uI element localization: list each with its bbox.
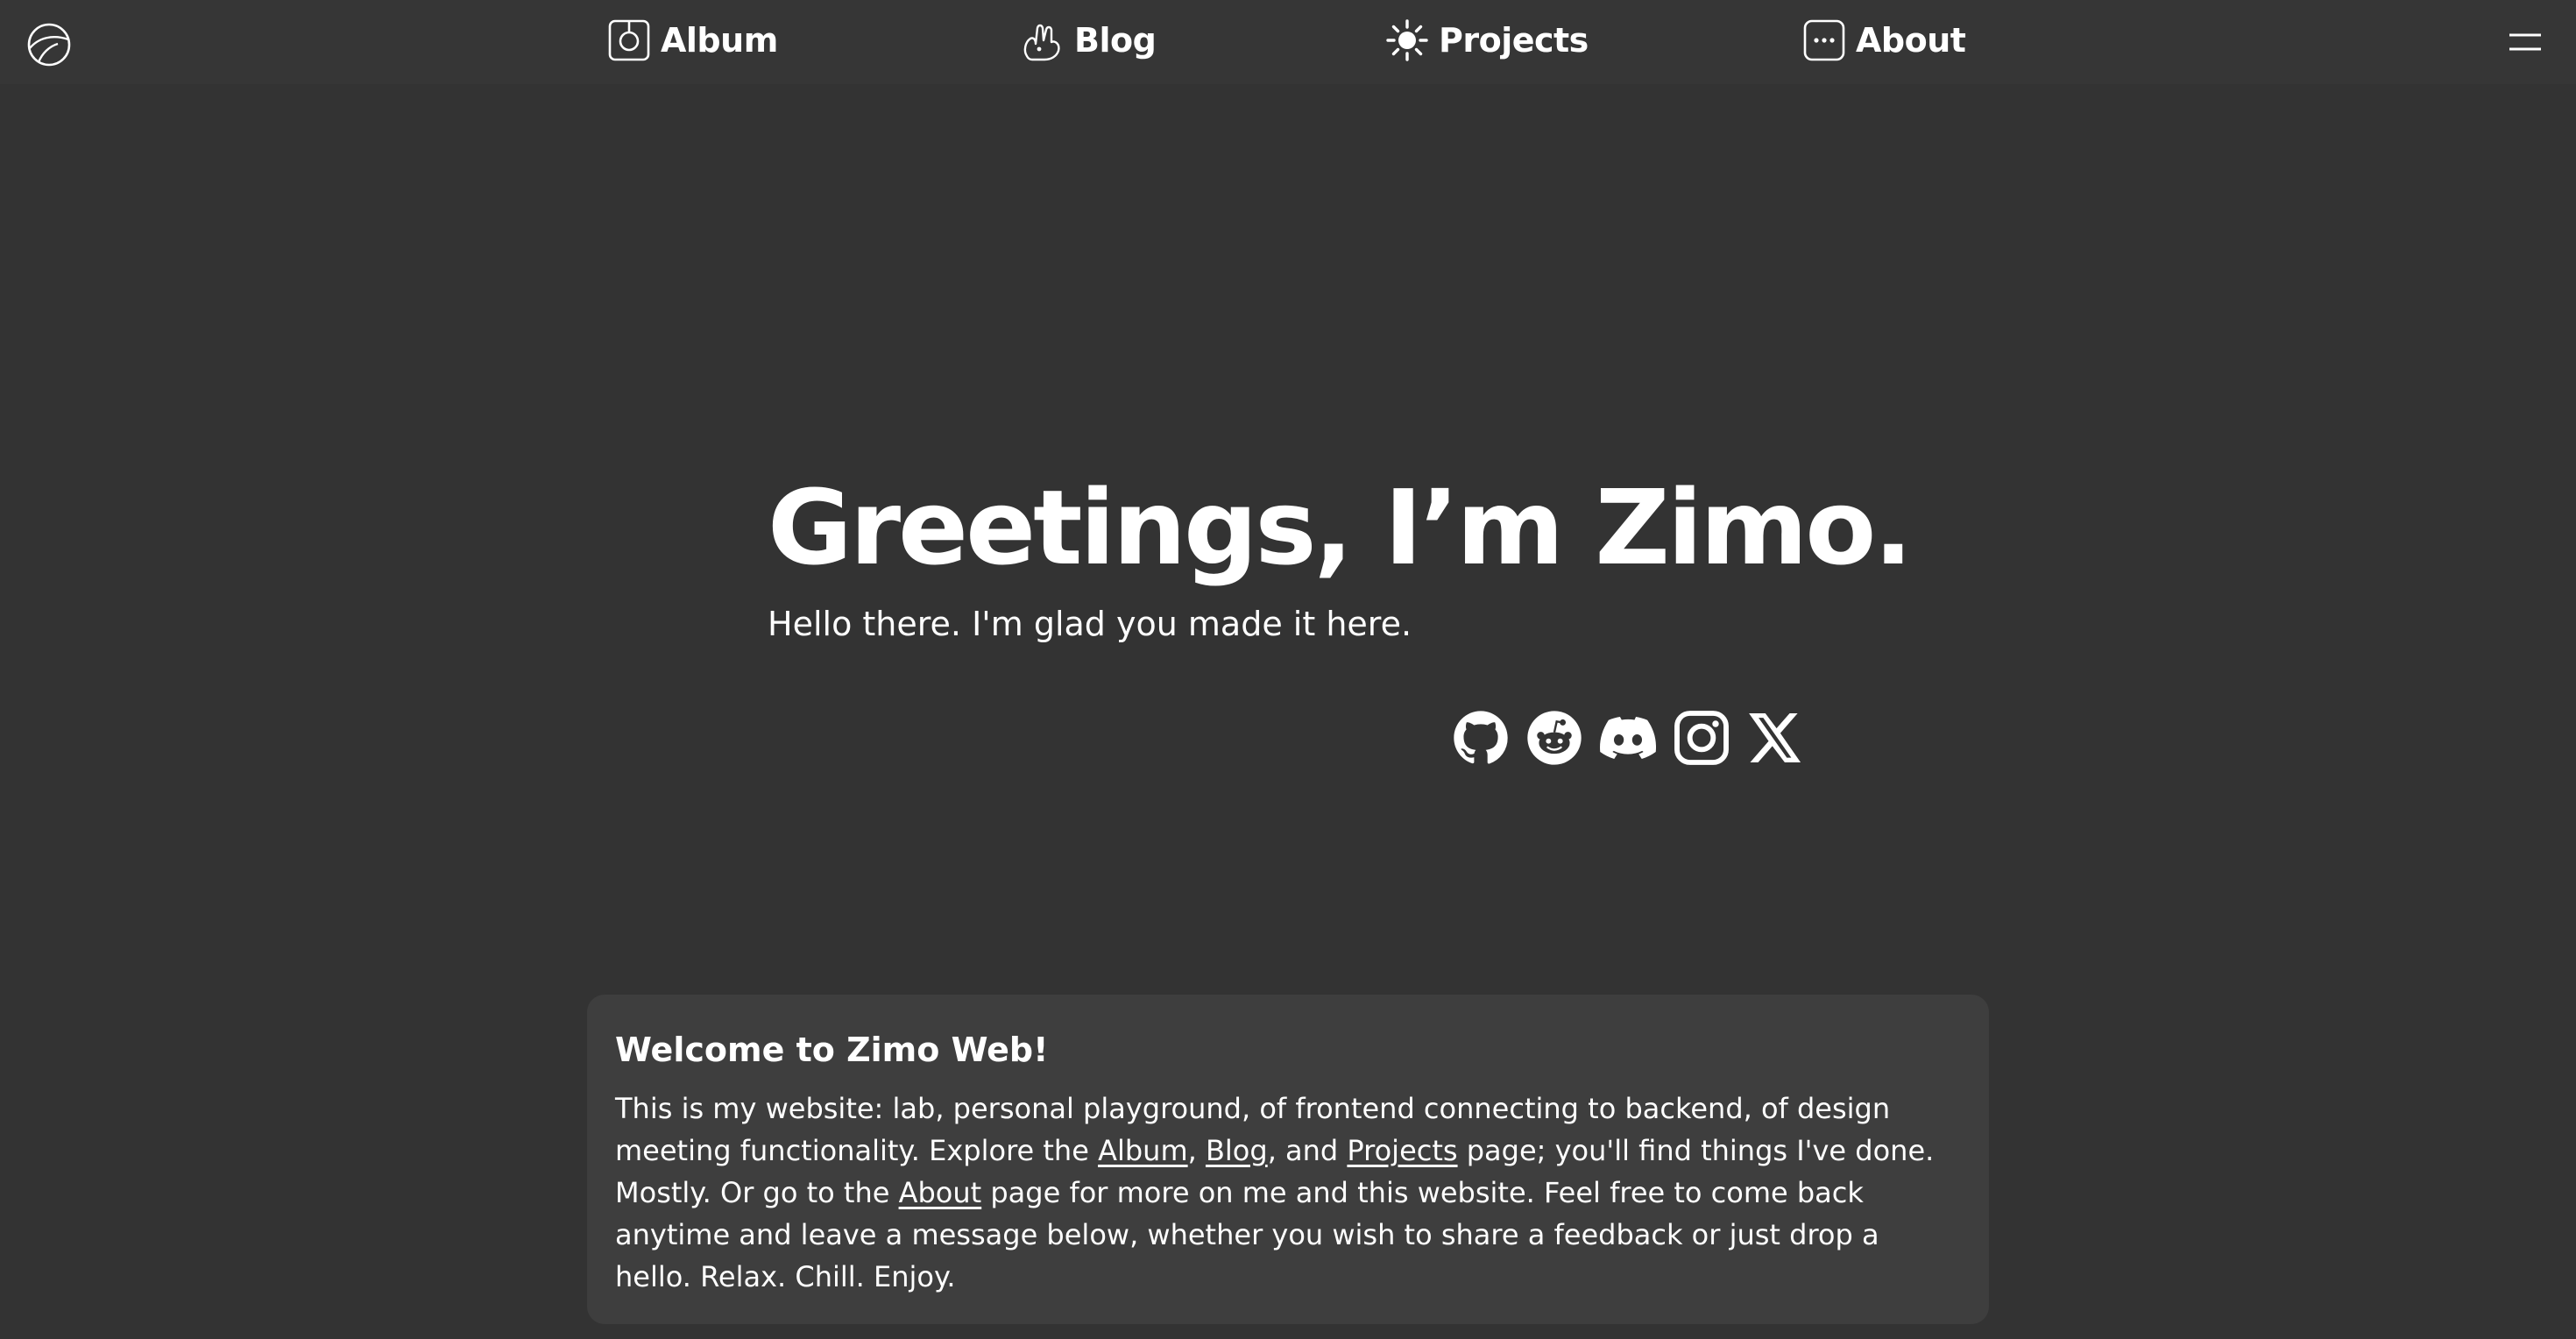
discord-link[interactable] [1600,710,1656,766]
welcome-card: Welcome to Zimo Web! This is my website:… [587,995,1989,1324]
nav-album-link[interactable]: Album [606,14,778,67]
projects-inline-link[interactable]: Projects [1347,1134,1457,1167]
camera-icon [608,19,650,61]
nav-blog-label: Blog [1074,21,1157,60]
social-links [1453,710,1803,766]
welcome-text-part: , and [1267,1134,1348,1167]
discord-icon [1600,717,1656,759]
x-icon [1749,713,1801,762]
menu-icon[interactable] [2504,25,2546,60]
dots-icon [1803,19,1845,61]
nav-album-label: Album [661,21,778,60]
welcome-text-part: , [1187,1134,1206,1167]
nav-about-link[interactable]: About [1801,14,1966,67]
instagram-link[interactable] [1674,710,1730,766]
about-inline-link[interactable]: About [899,1176,982,1209]
circle-logo-icon[interactable] [23,18,75,71]
nav-projects-label: Projects [1439,21,1589,60]
nav-projects-link[interactable]: Projects [1384,14,1589,67]
album-inline-link[interactable]: Album [1098,1134,1188,1167]
home-page: Album Blog Projects About Greetings, I’m… [0,0,2576,1339]
blog-inline-link[interactable]: Blog [1206,1134,1268,1167]
reddit-link[interactable] [1526,710,1582,766]
github-icon [1454,711,1508,764]
hero-subtitle: Hello there. I'm glad you made it here. [768,605,1412,643]
github-link[interactable] [1453,710,1509,766]
sun-icon [1386,19,1428,61]
reddit-icon [1527,711,1582,765]
nav-blog-link[interactable]: Blog [1020,14,1157,67]
hero-title: Greetings, I’m Zimo. [768,467,1913,588]
welcome-title: Welcome to Zimo Web! [615,1031,1049,1069]
instagram-icon [1674,711,1729,765]
top-navigation-bar: Album Blog Projects About [0,0,2576,84]
hand-icon [1023,24,1060,61]
nav-about-label: About [1856,21,1966,60]
hero-section: Greetings, I’m Zimo. Hello there. I'm gl… [768,457,1913,650]
x-link[interactable] [1747,710,1803,766]
welcome-text: This is my website: lab, personal playgr… [615,1087,1961,1298]
